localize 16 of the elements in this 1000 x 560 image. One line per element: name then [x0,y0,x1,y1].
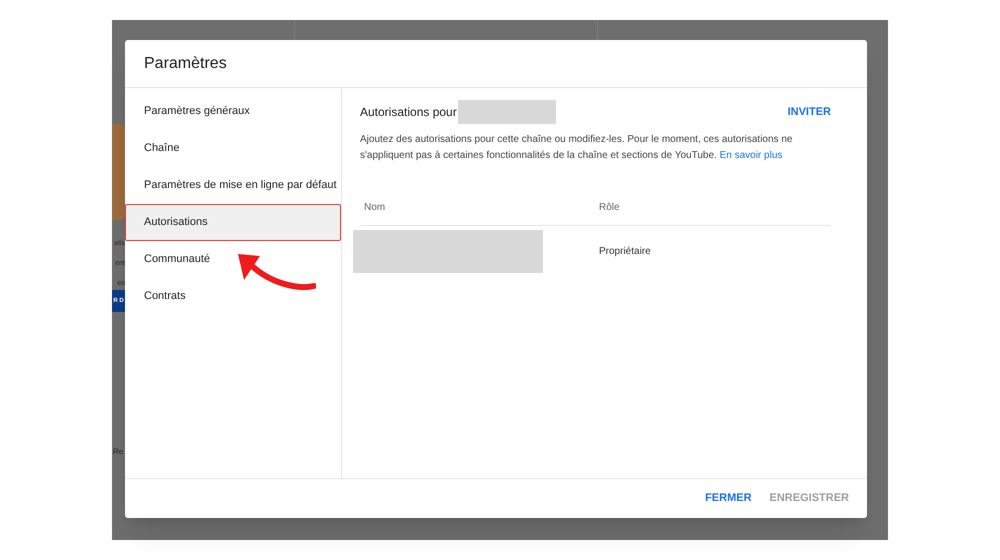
column-header: Rôle [599,201,620,215]
invite-button[interactable]: INVITER [788,104,831,120]
sidebar-item[interactable]: Paramètres généraux [125,93,341,130]
sidebar-item[interactable]: Paramètres de mise en ligne par défaut [125,167,341,204]
sidebar-item[interactable]: Autorisations [125,204,341,241]
learn-more-link[interactable]: En savoir plus [720,150,782,161]
section-title: Autorisations pour [360,104,457,121]
sidebar-item[interactable]: Communauté [125,241,341,278]
dialog-button[interactable]: FERMER [705,490,752,507]
partial-text: Re [113,446,124,458]
sidebar-item[interactable]: Chaîne [125,130,341,167]
table-cell-text: Propriétaire [599,244,651,258]
description-text: Ajoutez des autorisations pour cette chaîne ou modifiez-les. Pour le moment, ces autorisations ne s'appliquent pas à certaines fonctionnalités de la chaîne et sections de YouTube. En savoir plus [360,133,794,163]
dialog-title: Paramètres [144,54,227,74]
column-header: Nom [363,201,386,215]
sidebar-item[interactable]: Contrats [125,278,341,315]
